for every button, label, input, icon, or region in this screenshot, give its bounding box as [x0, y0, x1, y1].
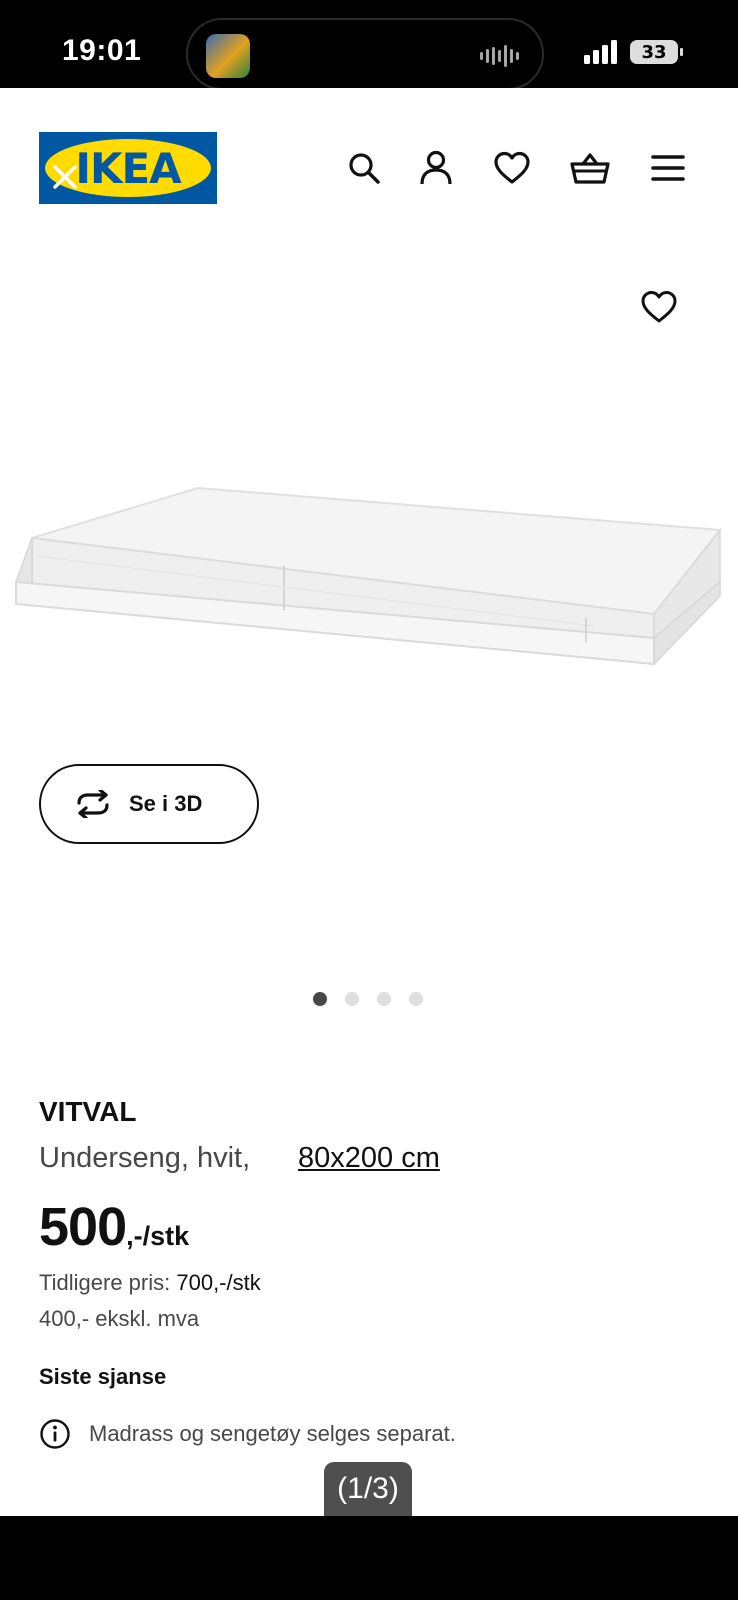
gallery-dot[interactable] [377, 992, 391, 1006]
previous-price: Tidligere pris: 700,-/stk [39, 1270, 261, 1296]
gallery-dot[interactable] [313, 992, 327, 1006]
account-button[interactable] [412, 144, 460, 192]
battery-level: 33 [641, 41, 667, 63]
price-suffix: ,-/stk [126, 1221, 190, 1251]
search-icon [349, 153, 380, 184]
search-button[interactable] [340, 144, 388, 192]
dynamic-island[interactable] [186, 18, 544, 90]
view-in-3d-label: Se i 3D [129, 791, 203, 816]
info-text: Madrass og sengetøy selges separat. [89, 1421, 456, 1446]
status-time: 19:01 [62, 34, 142, 67]
site-header: IKEA [0, 88, 738, 248]
previous-price-label: Tidligere pris: [39, 1270, 171, 1295]
product-size-link[interactable]: 80x200 cm [298, 1142, 440, 1175]
bottom-bar [0, 1516, 738, 1600]
gallery-pagination [313, 992, 423, 1006]
product-image-underbed[interactable] [14, 486, 726, 686]
close-icon[interactable] [48, 160, 82, 194]
game-app-icon [206, 34, 250, 78]
product-name: VITVAL [39, 1096, 137, 1127]
view-in-3d-button[interactable]: Se i 3D [39, 764, 259, 844]
menu-icon [651, 155, 685, 181]
product-info-note: Madrass og sengetøy selges separat. [39, 1418, 456, 1450]
audio-wave-icon [480, 45, 519, 67]
product-price: 500,-/stk [39, 1196, 189, 1258]
info-icon [40, 1419, 70, 1449]
gallery-dot[interactable] [409, 992, 423, 1006]
image-viewer-counter: (1/3) [324, 1462, 412, 1516]
previous-price-value: 700,-/stk [176, 1270, 261, 1295]
price-value: 500 [39, 1197, 127, 1257]
basket-icon [570, 153, 610, 184]
menu-button[interactable] [644, 144, 692, 192]
add-to-favorites-button[interactable] [636, 284, 682, 330]
status-indicators: 33 [584, 40, 683, 64]
status-bar: 19:01 33 [0, 0, 738, 90]
cellular-signal-icon [584, 40, 617, 64]
battery-icon: 33 [630, 40, 683, 64]
heart-icon [494, 151, 530, 184]
last-chance-label: Siste sjanse [39, 1364, 167, 1389]
product-description: Underseng, hvit, [39, 1142, 251, 1174]
cart-button[interactable] [566, 144, 614, 192]
product-page: IKEA Se i 3D VITVAL Underseng, hvit, 80x… [0, 88, 738, 1516]
heart-icon [641, 291, 677, 323]
price-ex-vat: 400,- ekskl. mva [39, 1306, 200, 1331]
gallery-dot[interactable] [345, 992, 359, 1006]
rotate-3d-icon [77, 790, 109, 818]
logo-text: IKEA [75, 143, 181, 193]
user-icon [420, 150, 452, 185]
wishlist-button[interactable] [488, 144, 536, 192]
